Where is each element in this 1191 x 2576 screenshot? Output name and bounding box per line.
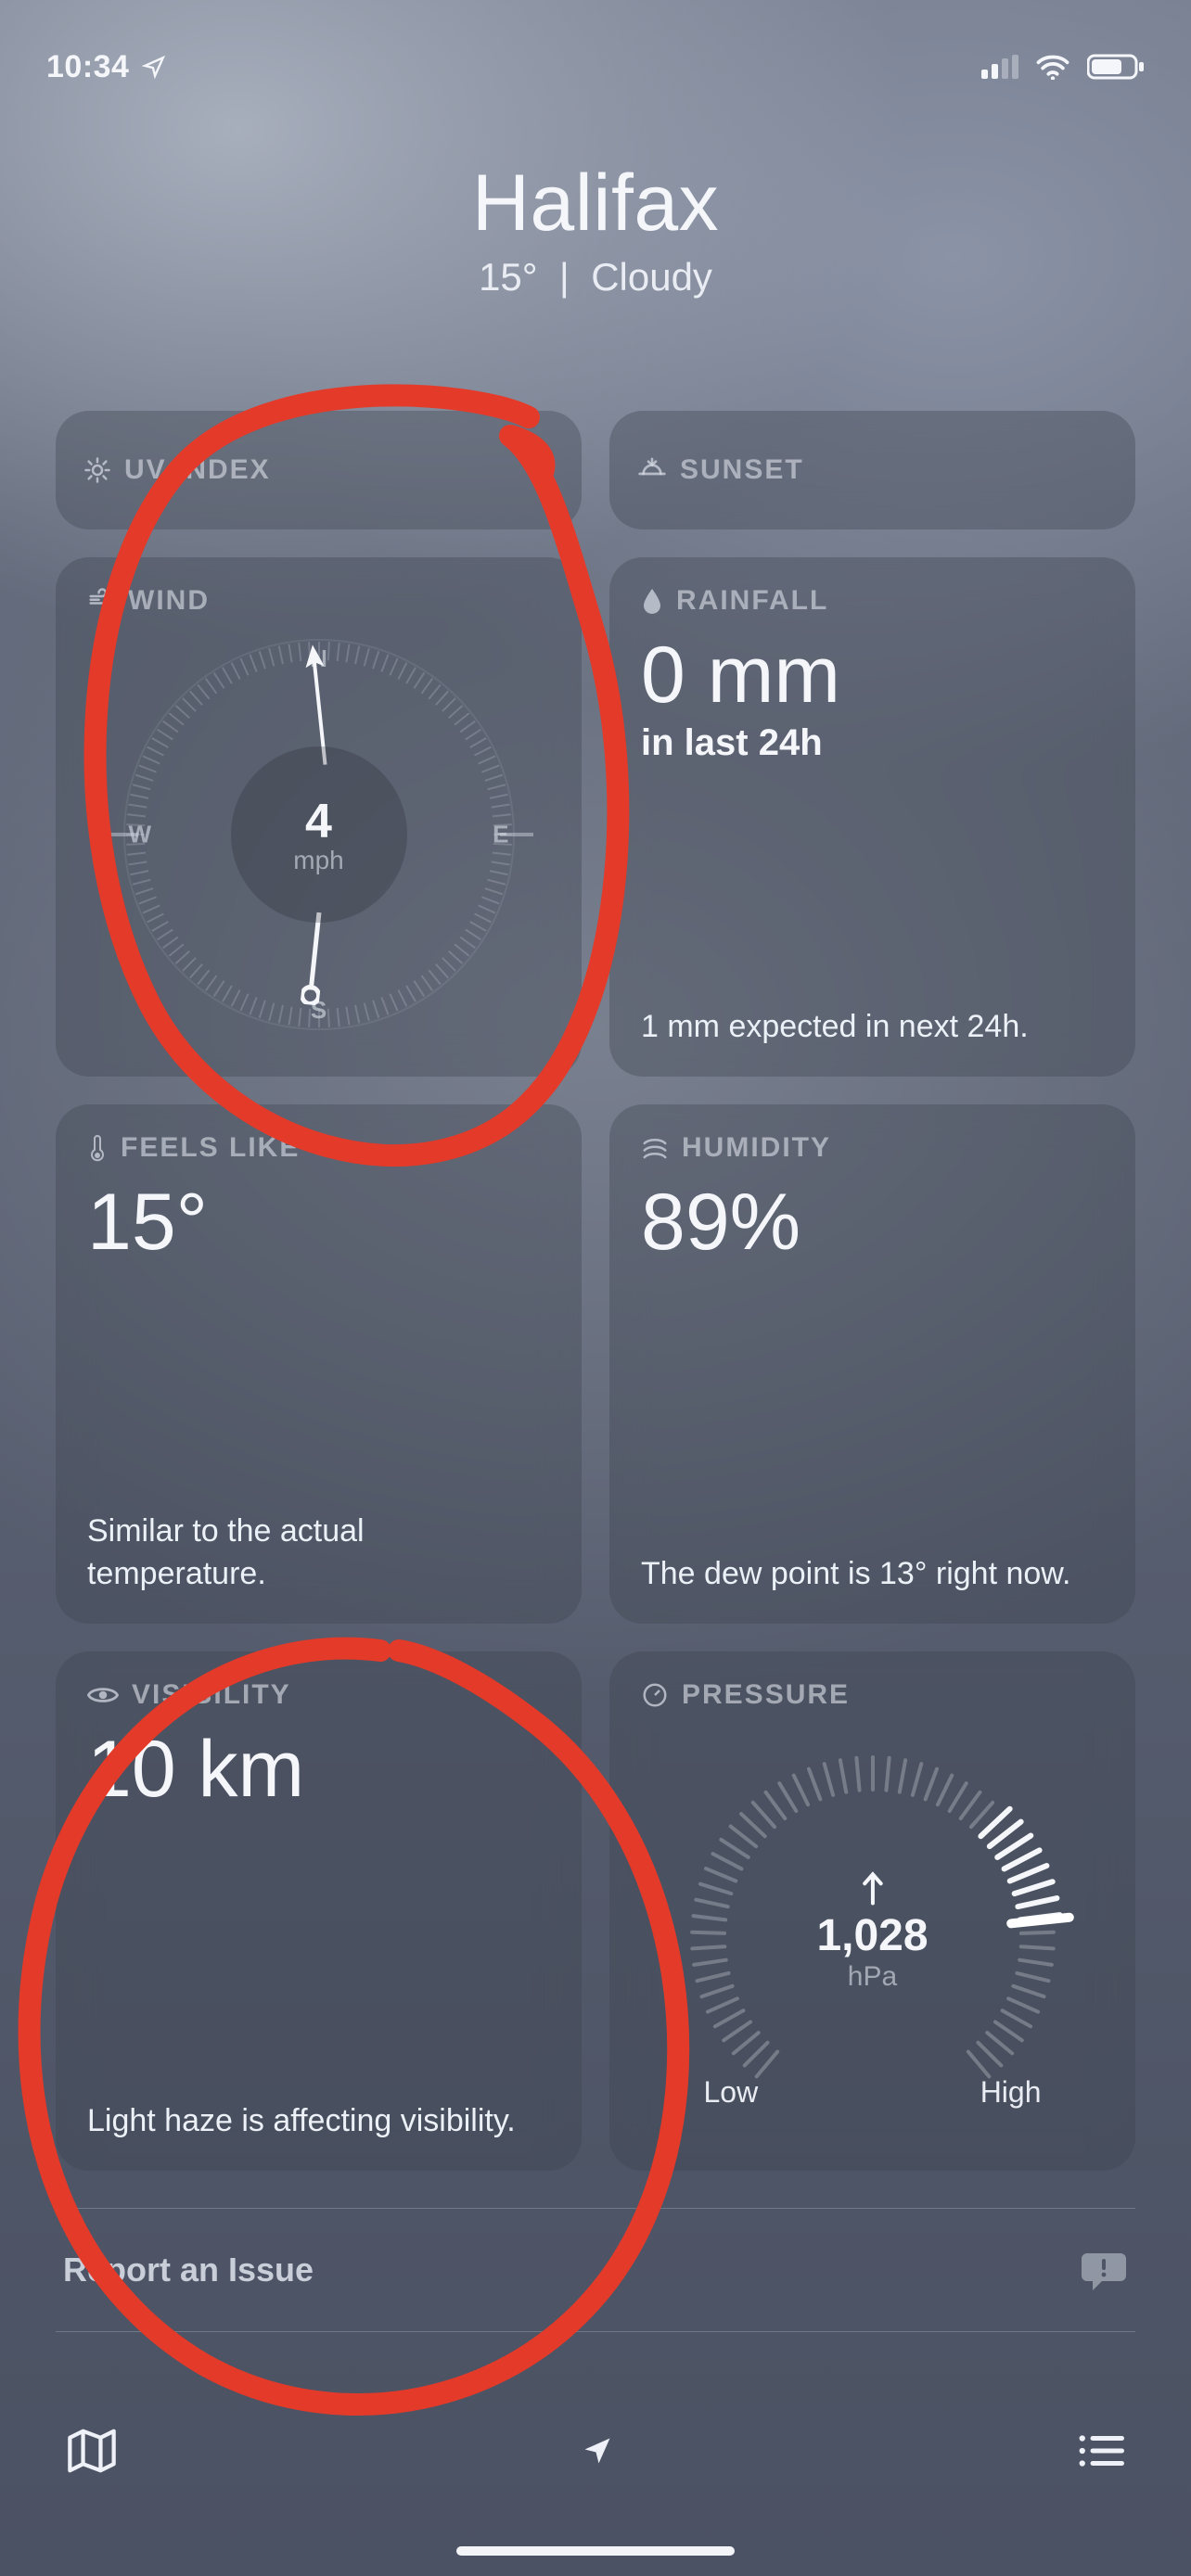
rainfall-title: RAINFALL [676, 585, 828, 617]
status-bar: 10:34 [0, 0, 1191, 102]
visibility-value: 10 km [87, 1728, 550, 1811]
rainfall-sub: in last 24h [641, 722, 1104, 764]
rainfall-value: 0 mm [641, 633, 1104, 717]
home-indicator[interactable] [456, 2546, 735, 2556]
humidity-value: 89% [641, 1180, 1104, 1264]
current-temp: 15° [479, 255, 538, 299]
pressure-unit: hPa [816, 1961, 928, 1993]
wind-icon [87, 587, 115, 615]
visibility-card[interactable]: VISIBILITY 10 km Light haze is affecting… [56, 1651, 582, 2171]
weather-summary: 15° | Cloudy [0, 255, 1191, 300]
uv-index-title: UV INDEX [124, 454, 271, 486]
humidity-title: HUMIDITY [682, 1132, 831, 1164]
thermometer-icon [87, 1133, 108, 1163]
feels-like-value: 15° [87, 1180, 550, 1264]
list-icon[interactable] [1076, 2431, 1126, 2470]
wind-title: WIND [128, 585, 210, 617]
wind-unit: mph [293, 846, 343, 875]
location-header: Halifax 15° | Cloudy [0, 158, 1191, 300]
pressure-gauge: 1,028 hPa Low High [650, 1720, 1095, 2110]
sunset-icon [637, 456, 667, 484]
current-condition: Cloudy [591, 255, 712, 299]
trend-up-icon [859, 1868, 887, 1906]
pressure-low-label: Low [704, 2075, 759, 2110]
humidity-foot: The dew point is 13° right now. [641, 1553, 1104, 1596]
pressure-value: 1,028 [816, 1910, 928, 1961]
map-icon[interactable] [65, 2427, 119, 2475]
sun-icon [83, 456, 111, 484]
current-location-icon[interactable] [581, 2434, 614, 2468]
feels-like-foot: Similar to the actual temperature. [87, 1511, 550, 1596]
humidity-icon [641, 1134, 669, 1162]
pressure-high-label: High [980, 2075, 1042, 2110]
report-bubble-icon [1080, 2248, 1128, 2292]
visibility-foot: Light haze is affecting visibility. [87, 2100, 550, 2143]
location-services-icon [142, 55, 166, 79]
rainfall-foot: 1 mm expected in next 24h. [641, 1006, 1104, 1049]
report-issue-row[interactable]: Report an Issue [56, 2208, 1135, 2332]
status-time: 10:34 [46, 49, 129, 85]
cellular-icon [981, 55, 1018, 79]
droplet-icon [641, 587, 663, 615]
uv-index-card[interactable]: UV INDEX [56, 411, 582, 529]
gauge-icon [641, 1681, 669, 1709]
bottom-toolbar [0, 2381, 1191, 2576]
feels-like-card[interactable]: FEELS LIKE 15° Similar to the actual tem… [56, 1104, 582, 1624]
wind-speed: 4 [305, 794, 332, 849]
city-name: Halifax [0, 158, 1191, 249]
wind-compass: N S E W 4 mph [110, 626, 528, 1043]
rainfall-card[interactable]: RAINFALL 0 mm in last 24h 1 mm expected … [609, 557, 1135, 1077]
wifi-icon [1035, 54, 1070, 80]
visibility-title: VISIBILITY [132, 1679, 291, 1711]
pressure-title: PRESSURE [682, 1679, 850, 1711]
feels-like-title: FEELS LIKE [121, 1132, 300, 1164]
sunset-card[interactable]: SUNSET [609, 411, 1135, 529]
battery-icon [1087, 53, 1145, 81]
pressure-card[interactable]: PRESSURE 1,028 hPa Low High [609, 1651, 1135, 2171]
humidity-card[interactable]: HUMIDITY 89% The dew point is 13° right … [609, 1104, 1135, 1624]
eye-icon [87, 1684, 119, 1706]
sunset-title: SUNSET [680, 454, 804, 486]
cards-grid: UV INDEX SUNSET WIND N [0, 411, 1191, 2171]
wind-card[interactable]: WIND N S E W 4 mph [56, 557, 582, 1077]
report-issue-label: Report an Issue [63, 2251, 314, 2289]
